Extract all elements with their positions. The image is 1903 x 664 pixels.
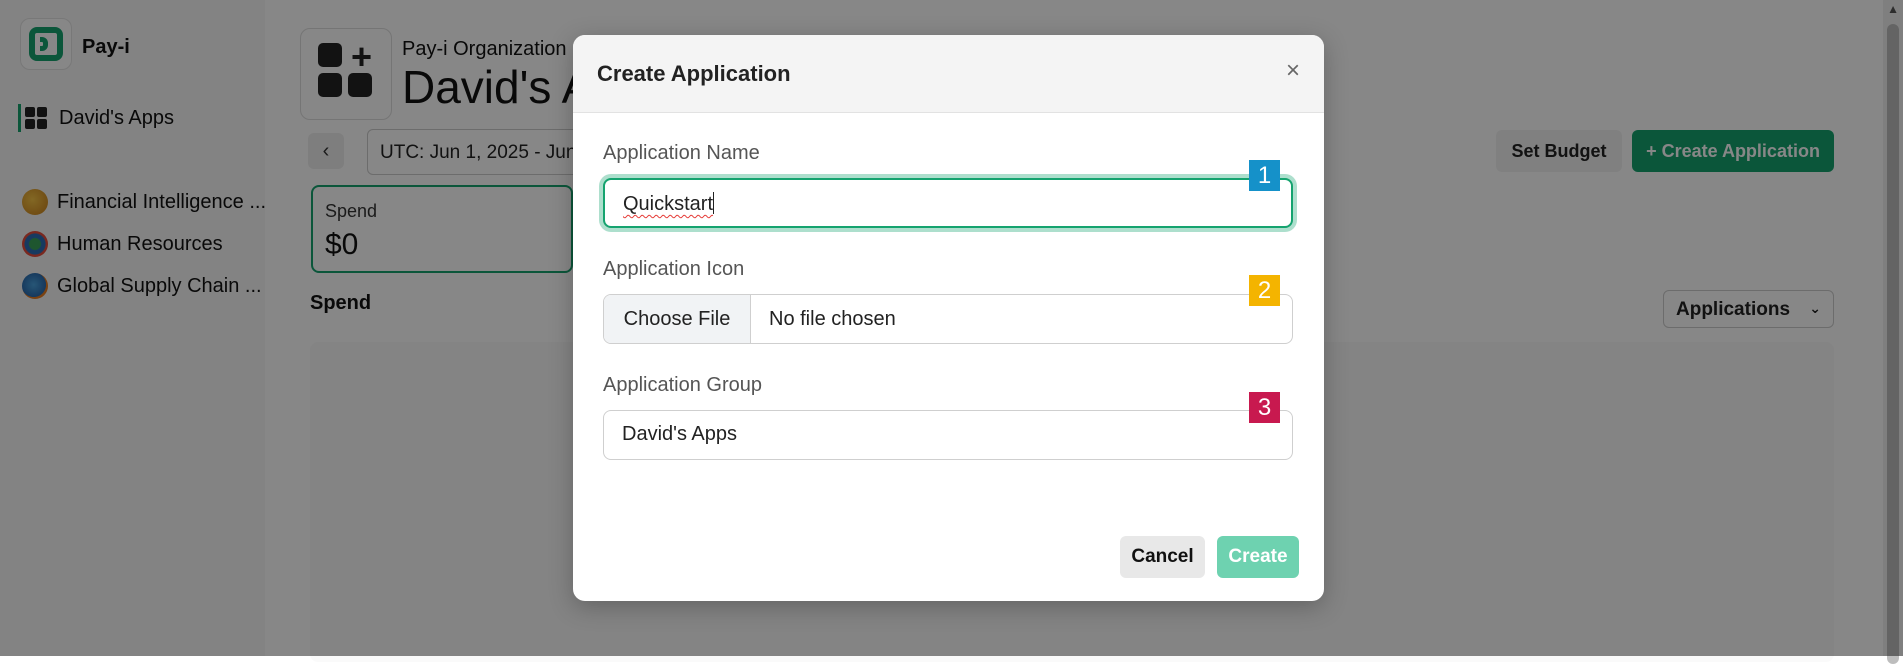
application-icon-file-input[interactable]: Choose File No file chosen xyxy=(603,294,1293,344)
marker-badge-2: 2 xyxy=(1249,275,1280,306)
dialog-header: Create Application × xyxy=(573,35,1324,113)
application-name-label: Application Name xyxy=(603,142,760,164)
create-button[interactable]: Create xyxy=(1217,536,1299,578)
cancel-button[interactable]: Cancel xyxy=(1120,536,1205,578)
file-status-text: No file chosen xyxy=(769,307,896,330)
marker-badge-1: 1 xyxy=(1249,160,1280,191)
application-name-input[interactable]: Quickstart xyxy=(603,178,1293,228)
create-application-dialog: Create Application × Application Name Qu… xyxy=(573,35,1324,601)
application-icon-label: Application Icon xyxy=(603,258,745,280)
close-icon[interactable]: × xyxy=(1286,59,1300,83)
application-group-value: David's Apps xyxy=(622,423,737,445)
application-name-value: Quickstart xyxy=(623,193,714,215)
text-cursor xyxy=(713,192,715,214)
marker-badge-3: 3 xyxy=(1249,392,1280,423)
application-group-label: Application Group xyxy=(603,374,762,396)
application-group-input[interactable]: David's Apps xyxy=(603,410,1293,460)
dialog-title: Create Application xyxy=(597,61,791,86)
choose-file-button[interactable]: Choose File xyxy=(604,295,751,343)
